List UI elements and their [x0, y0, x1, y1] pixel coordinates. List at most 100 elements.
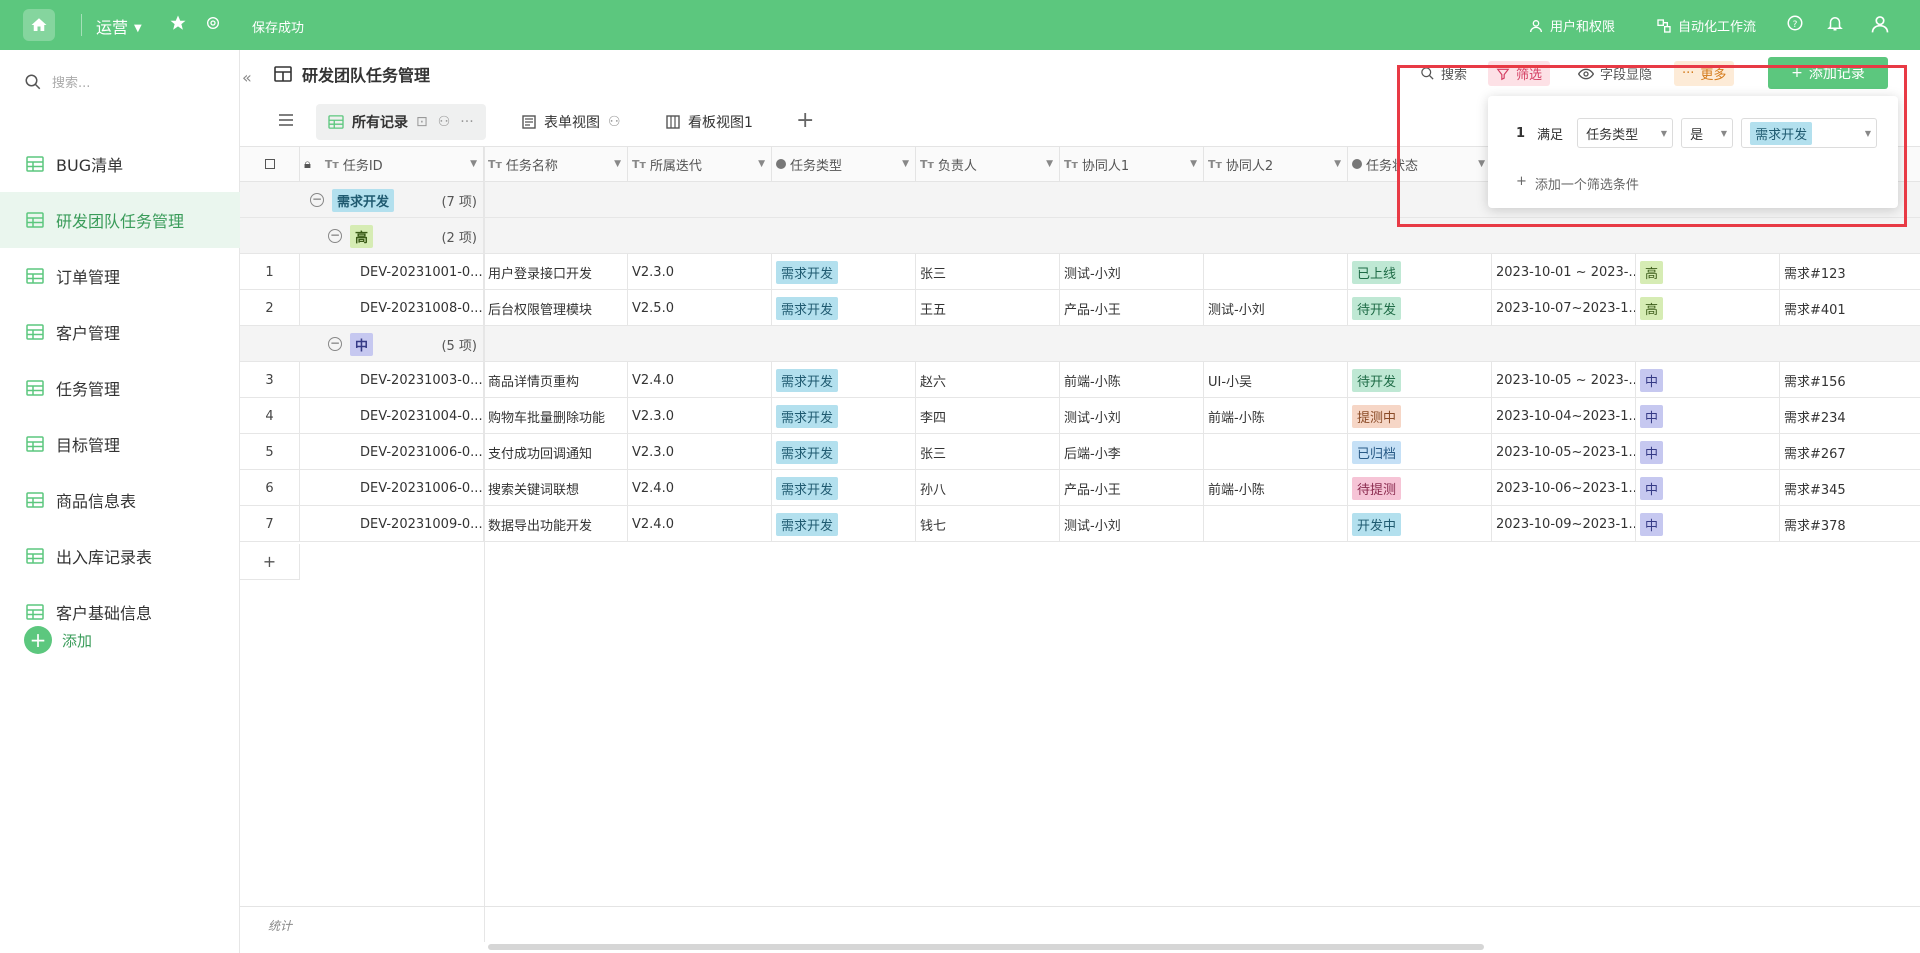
- cell-status[interactable]: 已归档: [1348, 434, 1492, 470]
- cell-status[interactable]: 待提测: [1348, 470, 1492, 506]
- more-dots-icon[interactable]: ···: [460, 114, 473, 130]
- cell-collaborator-1[interactable]: 测试-小刘: [1060, 506, 1204, 542]
- cell-iteration[interactable]: V2.4.0: [628, 506, 772, 542]
- sidebar-item-bug-list[interactable]: BUG清单: [0, 136, 240, 192]
- group-row-mid[interactable]: − 中 (5 项): [240, 326, 1920, 362]
- stat-label[interactable]: 统计: [268, 917, 292, 934]
- cell-task-type[interactable]: 需求开发: [772, 470, 916, 506]
- cell-date[interactable]: 2023-10-07~2023-1...: [1492, 290, 1636, 326]
- menu-icon[interactable]: [278, 112, 294, 132]
- collapse-sidebar-icon[interactable]: «: [242, 68, 252, 87]
- sidebar-item-tasks[interactable]: 任务管理: [0, 360, 240, 416]
- cell-task-type[interactable]: 需求开发: [772, 506, 916, 542]
- home-button[interactable]: [23, 9, 55, 41]
- cell-owner[interactable]: 孙八: [916, 470, 1060, 506]
- cell-status[interactable]: 提测中: [1348, 398, 1492, 434]
- cell-priority[interactable]: 中: [1636, 434, 1780, 470]
- add-view-icon[interactable]: +: [796, 108, 814, 133]
- cell-owner[interactable]: 赵六: [916, 362, 1060, 398]
- cell-collaborator-2[interactable]: [1204, 434, 1348, 470]
- sidebar-item-goals[interactable]: 目标管理: [0, 416, 240, 472]
- cell-task-type[interactable]: 需求开发: [772, 290, 916, 326]
- cell-task-name[interactable]: 后台权限管理模块: [484, 290, 628, 326]
- cell-collaborator-1[interactable]: 后端-小李: [1060, 434, 1204, 470]
- cell-task-id[interactable]: DEV-20231004-0...: [300, 398, 484, 434]
- table-row[interactable]: 3 DEV-20231003-0... 商品详情页重构 V2.4.0 需求开发 …: [240, 362, 1920, 398]
- cell-requirement[interactable]: 需求#345: [1780, 470, 1920, 506]
- cell-date[interactable]: 2023-10-06~2023-1...: [1492, 470, 1636, 506]
- column-header-collaborator-1[interactable]: Tт 协同人1 ▼: [1060, 146, 1204, 182]
- cell-task-type[interactable]: 需求开发: [772, 434, 916, 470]
- table-row[interactable]: 2 DEV-20231008-0... 后台权限管理模块 V2.5.0 需求开发…: [240, 290, 1920, 326]
- cell-task-type[interactable]: 需求开发: [772, 254, 916, 290]
- cell-task-name[interactable]: 搜索关键词联想: [484, 470, 628, 506]
- cell-owner[interactable]: 张三: [916, 434, 1060, 470]
- collapse-group-icon[interactable]: −: [310, 193, 324, 207]
- cell-status[interactable]: 已上线: [1348, 254, 1492, 290]
- cell-task-name[interactable]: 支付成功回调通知: [484, 434, 628, 470]
- column-header-collaborator-2[interactable]: Tт 协同人2 ▼: [1204, 146, 1348, 182]
- cell-collaborator-1[interactable]: 前端-小陈: [1060, 362, 1204, 398]
- sidebar-item-orders[interactable]: 订单管理: [0, 248, 240, 304]
- cell-iteration[interactable]: V2.4.0: [628, 470, 772, 506]
- cell-owner[interactable]: 李四: [916, 398, 1060, 434]
- cell-requirement[interactable]: 需求#378: [1780, 506, 1920, 542]
- cell-iteration[interactable]: V2.4.0: [628, 362, 772, 398]
- cell-owner[interactable]: 钱七: [916, 506, 1060, 542]
- cell-requirement[interactable]: 需求#401: [1780, 290, 1920, 326]
- table-row[interactable]: 6 DEV-20231006-0... 搜索关键词联想 V2.4.0 需求开发 …: [240, 470, 1920, 506]
- cell-iteration[interactable]: V2.5.0: [628, 290, 772, 326]
- cell-iteration[interactable]: V2.3.0: [628, 254, 772, 290]
- cell-iteration[interactable]: V2.3.0: [628, 434, 772, 470]
- profile-icon[interactable]: [1870, 14, 1890, 38]
- column-header-owner[interactable]: Tт 负责人 ▼: [916, 146, 1060, 182]
- cell-collaborator-1[interactable]: 测试-小刘: [1060, 254, 1204, 290]
- cell-collaborator-1[interactable]: 产品-小王: [1060, 290, 1204, 326]
- cell-requirement[interactable]: 需求#156: [1780, 362, 1920, 398]
- cell-date[interactable]: 2023-10-09~2023-1...: [1492, 506, 1636, 542]
- cell-task-type[interactable]: 需求开发: [772, 362, 916, 398]
- cell-priority[interactable]: 中: [1636, 398, 1780, 434]
- cell-owner[interactable]: 张三: [916, 254, 1060, 290]
- sidebar-item-products[interactable]: 商品信息表: [0, 472, 240, 528]
- cell-priority[interactable]: 中: [1636, 506, 1780, 542]
- cell-collaborator-2[interactable]: [1204, 254, 1348, 290]
- column-header-task-type[interactable]: 任务类型 ▼: [772, 146, 916, 182]
- cell-task-id[interactable]: DEV-20231006-0...: [300, 434, 484, 470]
- tab-form-view[interactable]: 表单视图 ⚇: [510, 104, 633, 140]
- cell-collaborator-2[interactable]: 前端-小陈: [1204, 398, 1348, 434]
- cell-collaborator-1[interactable]: 测试-小刘: [1060, 398, 1204, 434]
- tab-kanban-view[interactable]: 看板视图1: [654, 104, 765, 140]
- table-row[interactable]: 7 DEV-20231009-0... 数据导出功能开发 V2.4.0 需求开发…: [240, 506, 1920, 542]
- user-permissions-link[interactable]: 用户和权限: [1528, 16, 1615, 35]
- cell-collaborator-2[interactable]: [1204, 506, 1348, 542]
- cell-date[interactable]: 2023-10-05~2023-1...: [1492, 434, 1636, 470]
- sidebar-item-inventory[interactable]: 出入库记录表: [0, 528, 240, 584]
- sidebar-item-customers[interactable]: 客户管理: [0, 304, 240, 360]
- cell-priority[interactable]: 高: [1636, 254, 1780, 290]
- cell-date[interactable]: 2023-10-05 ~ 2023-...: [1492, 362, 1636, 398]
- column-header-iteration[interactable]: Tт 所属迭代 ▼: [628, 146, 772, 182]
- collapse-group-icon[interactable]: −: [328, 337, 342, 351]
- cell-collaborator-2[interactable]: 前端-小陈: [1204, 470, 1348, 506]
- people-icon[interactable]: ⚇: [438, 114, 451, 130]
- column-header-task-name[interactable]: Tт 任务名称 ▼: [484, 146, 628, 182]
- cell-collaborator-2[interactable]: 测试-小刘: [1204, 290, 1348, 326]
- cell-task-id[interactable]: DEV-20231008-0...: [300, 290, 484, 326]
- table-row[interactable]: 1 DEV-20231001-0... 用户登录接口开发 V2.3.0 需求开发…: [240, 254, 1920, 290]
- cell-task-name[interactable]: 用户登录接口开发: [484, 254, 628, 290]
- cell-owner[interactable]: 王五: [916, 290, 1060, 326]
- settings-icon[interactable]: [205, 15, 221, 35]
- cell-collaborator-1[interactable]: 产品-小王: [1060, 470, 1204, 506]
- bell-icon[interactable]: [1826, 14, 1844, 36]
- cell-iteration[interactable]: V2.3.0: [628, 398, 772, 434]
- cell-requirement[interactable]: 需求#267: [1780, 434, 1920, 470]
- horizontal-scrollbar[interactable]: [488, 944, 1484, 950]
- cell-task-name[interactable]: 数据导出功能开发: [484, 506, 628, 542]
- add-row-button[interactable]: +: [240, 544, 300, 580]
- cell-status[interactable]: 待开发: [1348, 362, 1492, 398]
- cell-date[interactable]: 2023-10-01 ~ 2023-...: [1492, 254, 1636, 290]
- add-table-button[interactable]: + 添加: [24, 626, 92, 654]
- cell-task-type[interactable]: 需求开发: [772, 398, 916, 434]
- cell-priority[interactable]: 中: [1636, 470, 1780, 506]
